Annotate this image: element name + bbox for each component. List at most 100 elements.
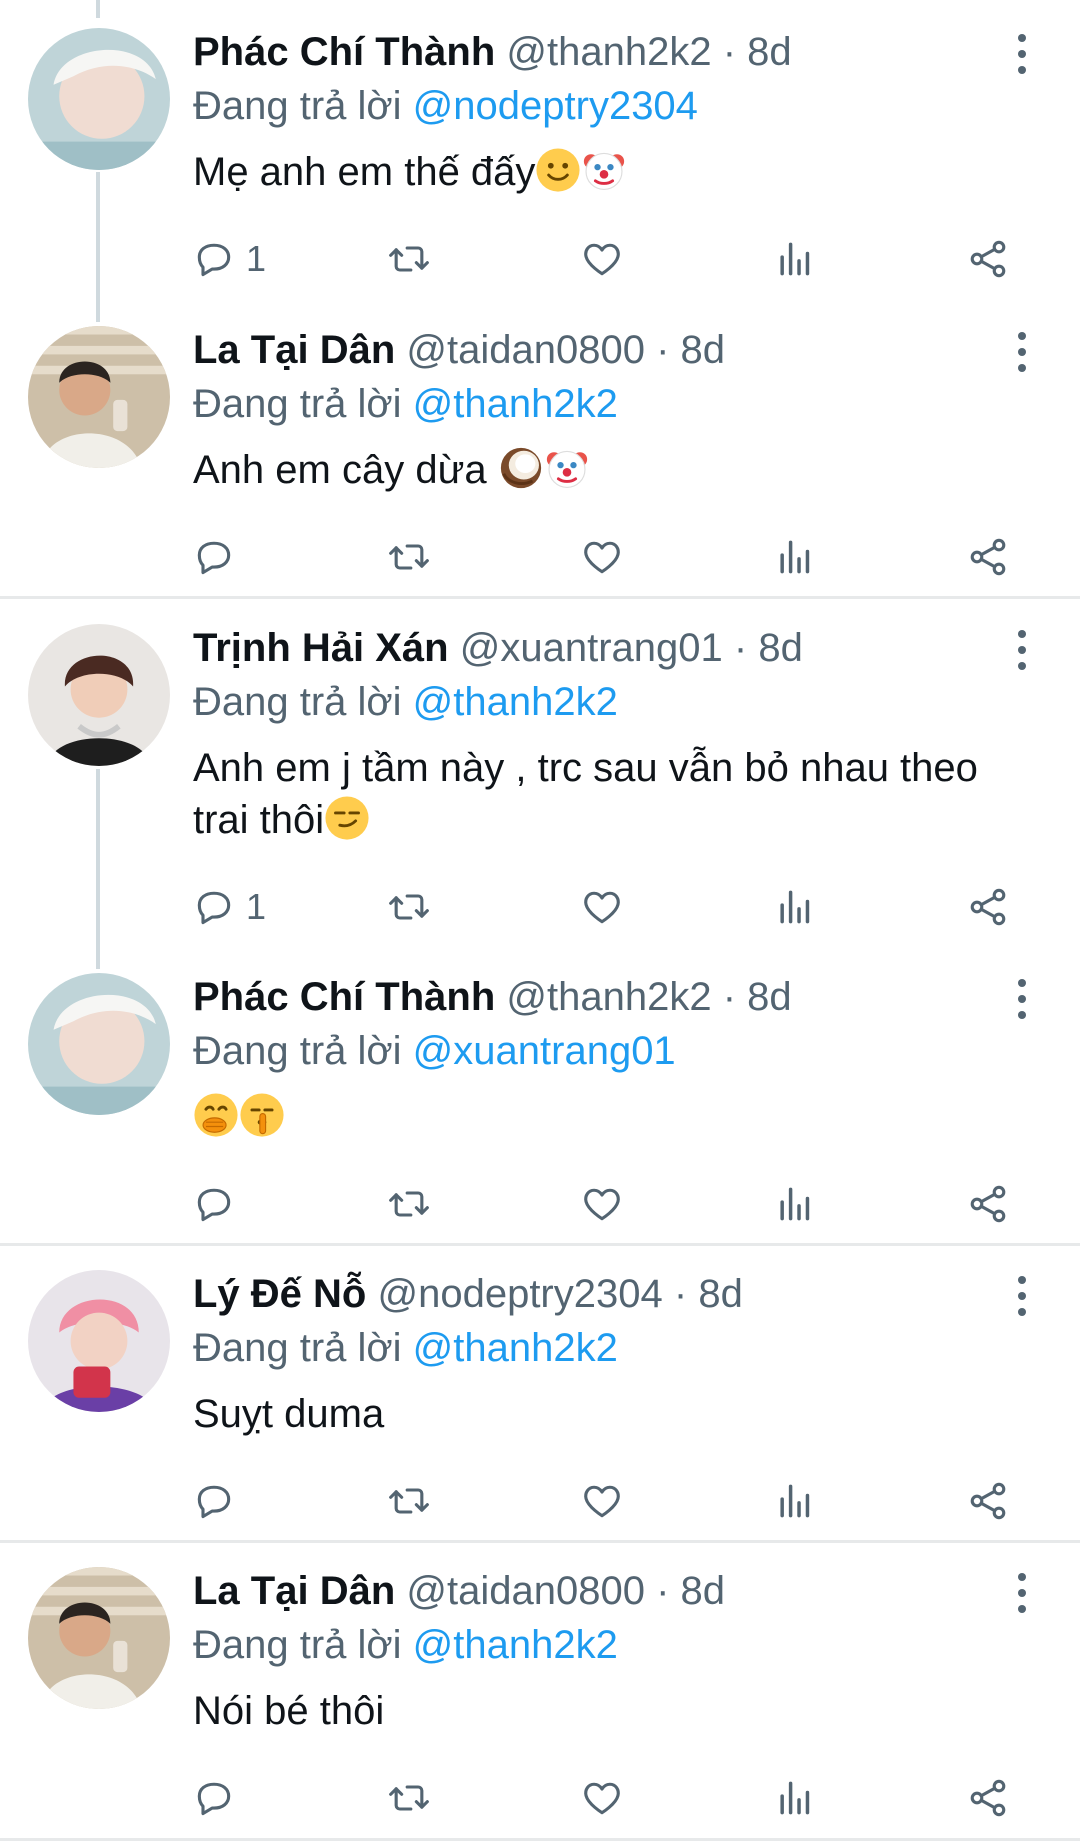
retweet-button[interactable] [387,532,431,582]
reply-icon [192,885,236,929]
reply-button[interactable] [192,1476,236,1526]
like-button[interactable] [580,532,624,582]
views-button[interactable] [773,234,817,284]
reply-to-mention[interactable]: @thanh2k2 [413,1623,618,1667]
views-icon [773,535,817,579]
handle[interactable]: @taidan0800 [406,328,645,372]
reply-to-mention[interactable]: @thanh2k2 [413,680,618,724]
tweet[interactable]: Phác Chí Thành @thanh2k2 · 8d Đang trả l… [0,24,1080,279]
avatar[interactable] [28,973,170,1115]
like-icon [580,1182,624,1226]
reply-button[interactable] [192,1773,236,1823]
reply-button[interactable]: 1 [192,882,266,932]
tweet[interactable]: Phác Chí Thành @thanh2k2 · 8d Đang trả l… [0,969,1080,1219]
timestamp[interactable]: 8d [758,626,803,670]
display-name[interactable]: Phác Chí Thành [193,30,495,74]
share-icon [966,1776,1010,1820]
timestamp[interactable]: 8d [747,975,792,1019]
share-button[interactable] [966,882,1010,932]
retweet-button[interactable] [387,1773,431,1823]
retweet-button[interactable] [387,234,431,284]
more-icon[interactable] [1010,332,1034,372]
views-icon [773,1479,817,1523]
retweet-button[interactable] [387,1179,431,1229]
timestamp[interactable]: 8d [747,30,792,74]
share-button[interactable] [966,1179,1010,1229]
handle[interactable]: @taidan0800 [406,1569,645,1613]
reply-icon [192,1182,236,1226]
divider [0,1243,1080,1246]
clown-face-emoji [581,147,627,193]
more-icon[interactable] [1010,1276,1034,1316]
handle[interactable]: @xuantrang01 [460,626,723,670]
like-icon [580,1776,624,1820]
replying-label: Đang trả lời [193,1326,402,1370]
timestamp[interactable]: 8d [681,1569,726,1613]
display-name[interactable]: Phác Chí Thành [193,975,495,1019]
separator: · [656,328,670,372]
share-button[interactable] [966,234,1010,284]
slightly-smiling-face-emoji [535,147,581,193]
like-button[interactable] [580,234,624,284]
like-button[interactable] [580,1476,624,1526]
replying-label: Đang trả lời [193,382,402,426]
share-icon [966,237,1010,281]
reply-to-mention[interactable]: @thanh2k2 [413,1326,618,1370]
divider [0,1540,1080,1543]
tweet[interactable]: Lý Đế Nỗ @nodeptry2304 · 8d Đang trả lời… [0,1266,1080,1516]
handle[interactable]: @nodeptry2304 [377,1272,662,1316]
reply-button[interactable] [192,532,236,582]
more-icon[interactable] [1010,979,1034,1019]
share-button[interactable] [966,1476,1010,1526]
reply-to-mention[interactable]: @thanh2k2 [413,382,618,426]
like-button[interactable] [580,882,624,932]
tweet[interactable]: La Tại Dân @taidan0800 · 8d Đang trả lời… [0,322,1080,572]
share-icon [966,1182,1010,1226]
views-icon [773,885,817,929]
reply-button[interactable] [192,1179,236,1229]
reply-to-mention[interactable]: @xuantrang01 [413,1029,676,1073]
reply-count: 1 [246,238,267,279]
reply-button[interactable]: 1 [192,234,266,284]
like-icon [580,535,624,579]
retweet-button[interactable] [387,1476,431,1526]
retweet-icon [387,535,431,579]
timestamp[interactable]: 8d [698,1272,743,1316]
divider [0,1838,1080,1841]
more-icon[interactable] [1010,34,1034,74]
display-name[interactable]: La Tại Dân [193,1569,395,1613]
share-button[interactable] [966,532,1010,582]
like-button[interactable] [580,1179,624,1229]
reply-to-mention[interactable]: @nodeptry2304 [413,84,698,128]
replying-label: Đang trả lời [193,1029,402,1073]
retweet-button[interactable] [387,882,431,932]
tweet-text: Nói bé thôi [193,1689,385,1733]
handle[interactable]: @thanh2k2 [506,30,711,74]
like-button[interactable] [580,1773,624,1823]
views-button[interactable] [773,882,817,932]
timestamp[interactable]: 8d [681,328,726,372]
tweet[interactable]: Trịnh Hải Xán @xuantrang01 · 8d Đang trả… [0,620,1080,927]
tweet[interactable]: La Tại Dân @taidan0800 · 8d Đang trả lời… [0,1563,1080,1813]
retweet-icon [387,885,431,929]
more-icon[interactable] [1010,1573,1034,1613]
views-button[interactable] [773,1773,817,1823]
avatar[interactable] [28,1567,170,1709]
views-button[interactable] [773,1476,817,1526]
avatar[interactable] [28,28,170,170]
tweet-text: Mẹ anh em thế đấy [193,146,1013,198]
avatar[interactable] [28,1270,170,1412]
replying-label: Đang trả lời [193,680,402,724]
share-button[interactable] [966,1773,1010,1823]
more-icon[interactable] [1010,630,1034,670]
display-name[interactable]: Lý Đế Nỗ [193,1272,366,1316]
display-name[interactable]: Trịnh Hải Xán [193,626,449,670]
avatar[interactable] [28,326,170,468]
display-name[interactable]: La Tại Dân [193,328,395,372]
avatar[interactable] [28,624,170,766]
handle[interactable]: @thanh2k2 [506,975,711,1019]
retweet-icon [387,237,431,281]
views-button[interactable] [773,532,817,582]
views-icon [773,1776,817,1820]
views-button[interactable] [773,1179,817,1229]
